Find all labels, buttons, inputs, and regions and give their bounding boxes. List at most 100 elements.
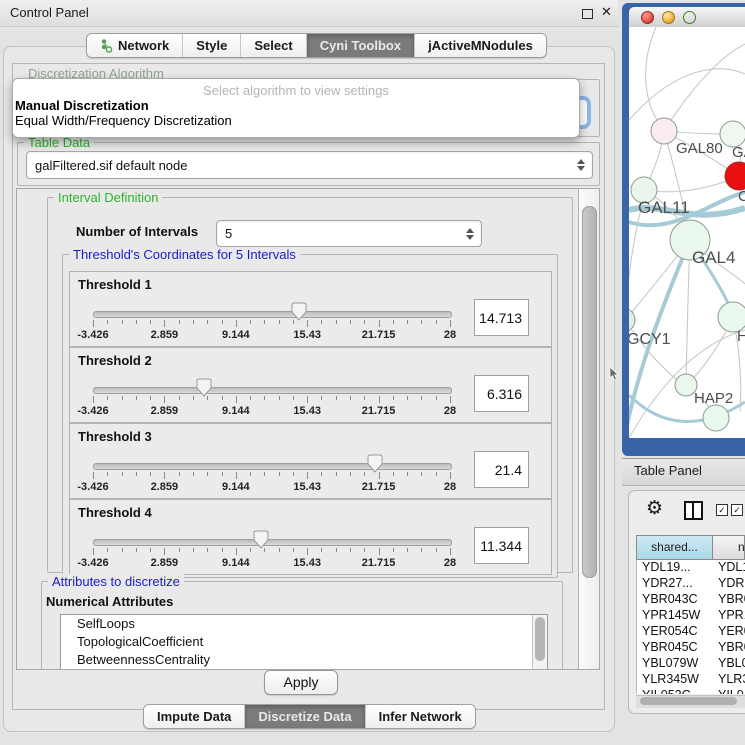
cell-name[interactable]: YBL0	[718, 656, 745, 672]
cell-shared-name[interactable]: YLR345W	[637, 672, 718, 688]
tick-mark	[236, 548, 237, 555]
cell-name[interactable]: YBR0	[718, 640, 745, 656]
algorithm-option-equal-width[interactable]: Equal Width/Frequency Discretization	[13, 113, 579, 128]
threshold-1-value-field[interactable]: 14.713	[474, 299, 529, 336]
tick-label: -3.426	[77, 329, 108, 341]
apply-button[interactable]: Apply	[264, 670, 338, 695]
table-hscrollbar-thumb[interactable]	[640, 697, 737, 705]
number-of-intervals-combobox[interactable]: 5	[216, 220, 482, 247]
list-item[interactable]: BetweennessCentrality	[61, 651, 533, 669]
table-row[interactable]: YBR043CYBR0	[637, 592, 745, 608]
table-row[interactable]: YBR045CYBR0	[637, 640, 745, 656]
network-canvas[interactable]: GAL80 GA GAL11 C GAL4 GCY1 H HAP2	[629, 27, 745, 438]
table-row[interactable]: YER054CYER0	[637, 624, 745, 640]
cell-shared-name[interactable]: YDR27...	[637, 576, 718, 592]
tab-jactivemnodules[interactable]: jActiveMNodules	[415, 34, 546, 57]
select-all-checkbox-icon-2[interactable]: ✓	[731, 504, 743, 516]
tick-mark	[179, 472, 180, 476]
numerical-attributes-list[interactable]: SelfLoopsTopologicalCoefficientBetweenne…	[60, 614, 548, 670]
tick-mark	[450, 548, 451, 555]
tab-select[interactable]: Select	[241, 34, 306, 57]
close-icon[interactable]: ✕	[601, 4, 612, 20]
column-header-shared-name[interactable]: shared...	[637, 536, 713, 559]
close-traffic-light[interactable]	[641, 11, 654, 24]
cell-shared-name[interactable]: YBR045C	[637, 640, 718, 656]
cell-name[interactable]: YDR2	[718, 576, 745, 592]
threshold-2-value-field[interactable]: 6.316	[474, 375, 529, 412]
column-header-name[interactable]: n	[713, 536, 744, 559]
tick-mark	[250, 472, 251, 476]
tab-infer-network[interactable]: Infer Network	[366, 705, 475, 728]
attributes-scrollbar-thumb[interactable]	[535, 617, 545, 661]
cyni-mode-tabs: Impute Data Discretize Data Infer Networ…	[143, 704, 476, 729]
node-gal80[interactable]	[651, 118, 677, 144]
columns-icon[interactable]	[684, 501, 703, 520]
tab-network[interactable]: Network	[87, 34, 183, 57]
table-row[interactable]: YLR345WYLR3	[637, 672, 745, 688]
cell-name[interactable]: YIL0	[718, 688, 745, 694]
node-gcy1[interactable]	[629, 308, 635, 332]
node-label-gal4: GAL4	[692, 248, 735, 267]
tick-mark	[364, 548, 365, 552]
slider-track[interactable]	[93, 387, 452, 394]
tick-mark	[93, 548, 94, 555]
cell-name[interactable]: YLR3	[718, 672, 745, 688]
tab-discretize-data[interactable]: Discretize Data	[245, 705, 365, 728]
tick-mark	[164, 548, 165, 555]
slider-track[interactable]	[93, 311, 452, 318]
slider-thumb[interactable]	[196, 378, 212, 398]
attributes-list-scrollbar[interactable]	[532, 615, 547, 670]
threshold-1-slider[interactable]: -3.4262.8599.14415.4321.71528	[93, 300, 450, 346]
algorithm-option-manual[interactable]: Manual Discretization	[13, 98, 579, 113]
tab-cyni-toolbox[interactable]: Cyni Toolbox	[307, 34, 415, 57]
threshold-4-slider[interactable]: -3.4262.8599.14415.4321.71528	[93, 528, 450, 574]
table-row[interactable]: YDR27...YDR2	[637, 576, 745, 592]
tick-mark	[336, 320, 337, 324]
zoom-traffic-light[interactable]	[683, 11, 696, 24]
threshold-2-slider[interactable]: -3.4262.8599.14415.4321.71528	[93, 376, 450, 422]
tick-mark	[379, 548, 380, 555]
threshold-3-value-field[interactable]: 21.4	[474, 451, 529, 488]
gear-icon[interactable]: ⚙	[646, 497, 663, 520]
cell-shared-name[interactable]: YBL079W	[637, 656, 718, 672]
cell-shared-name[interactable]: YIL052C	[637, 688, 718, 694]
slider-thumb[interactable]	[367, 454, 383, 474]
tick-label: 28	[444, 557, 456, 569]
slider-thumb[interactable]	[253, 530, 269, 550]
cell-name[interactable]: YER0	[718, 624, 745, 640]
table-row[interactable]: YBL079WYBL0	[637, 656, 745, 672]
threshold-1-label: Threshold 1	[78, 277, 152, 292]
tick-mark	[107, 548, 108, 552]
threshold-4-value-field[interactable]: 11.344	[474, 527, 529, 564]
slider-thumb[interactable]	[291, 302, 307, 322]
select-all-checkbox-icon[interactable]: ✓	[716, 504, 728, 516]
tab-style[interactable]: Style	[183, 34, 241, 57]
float-window-icon[interactable]	[582, 9, 593, 19]
cell-name[interactable]: YBR0	[718, 592, 745, 608]
list-item[interactable]: TopologicalCoefficient	[61, 633, 533, 651]
slider-track[interactable]	[93, 463, 452, 470]
table-row[interactable]: YIL052CYIL0	[637, 688, 745, 694]
settings-vertical-scrollbar[interactable]	[578, 189, 599, 669]
cell-shared-name[interactable]: YDL19...	[637, 560, 718, 576]
threshold-3-slider[interactable]: -3.4262.8599.14415.4321.71528	[93, 452, 450, 498]
network-window-titlebar[interactable]	[629, 7, 745, 28]
node-red[interactable]	[725, 162, 745, 190]
table-row[interactable]: YDL19...YDL1	[637, 560, 745, 576]
slider-track[interactable]	[93, 539, 452, 546]
tick-label: 21.715	[362, 405, 396, 417]
table-data-combobox[interactable]: galFiltered.sif default node	[26, 151, 593, 179]
list-item[interactable]: SelfLoops	[61, 615, 533, 633]
cell-shared-name[interactable]: YER054C	[637, 624, 718, 640]
minimize-traffic-light[interactable]	[662, 11, 675, 24]
node-bottom[interactable]	[703, 405, 729, 431]
cell-shared-name[interactable]: YPR145W	[637, 608, 718, 624]
cell-name[interactable]: YPR1	[718, 608, 745, 624]
cell-name[interactable]: YDL1	[718, 560, 745, 576]
table-row[interactable]: YPR145WYPR1	[637, 608, 745, 624]
settings-scrollbar-thumb[interactable]	[582, 206, 597, 578]
slider-ticks	[93, 548, 450, 557]
tab-impute-data[interactable]: Impute Data	[144, 705, 245, 728]
node-label-gal11: GAL11	[638, 198, 690, 217]
cell-shared-name[interactable]: YBR043C	[637, 592, 718, 608]
